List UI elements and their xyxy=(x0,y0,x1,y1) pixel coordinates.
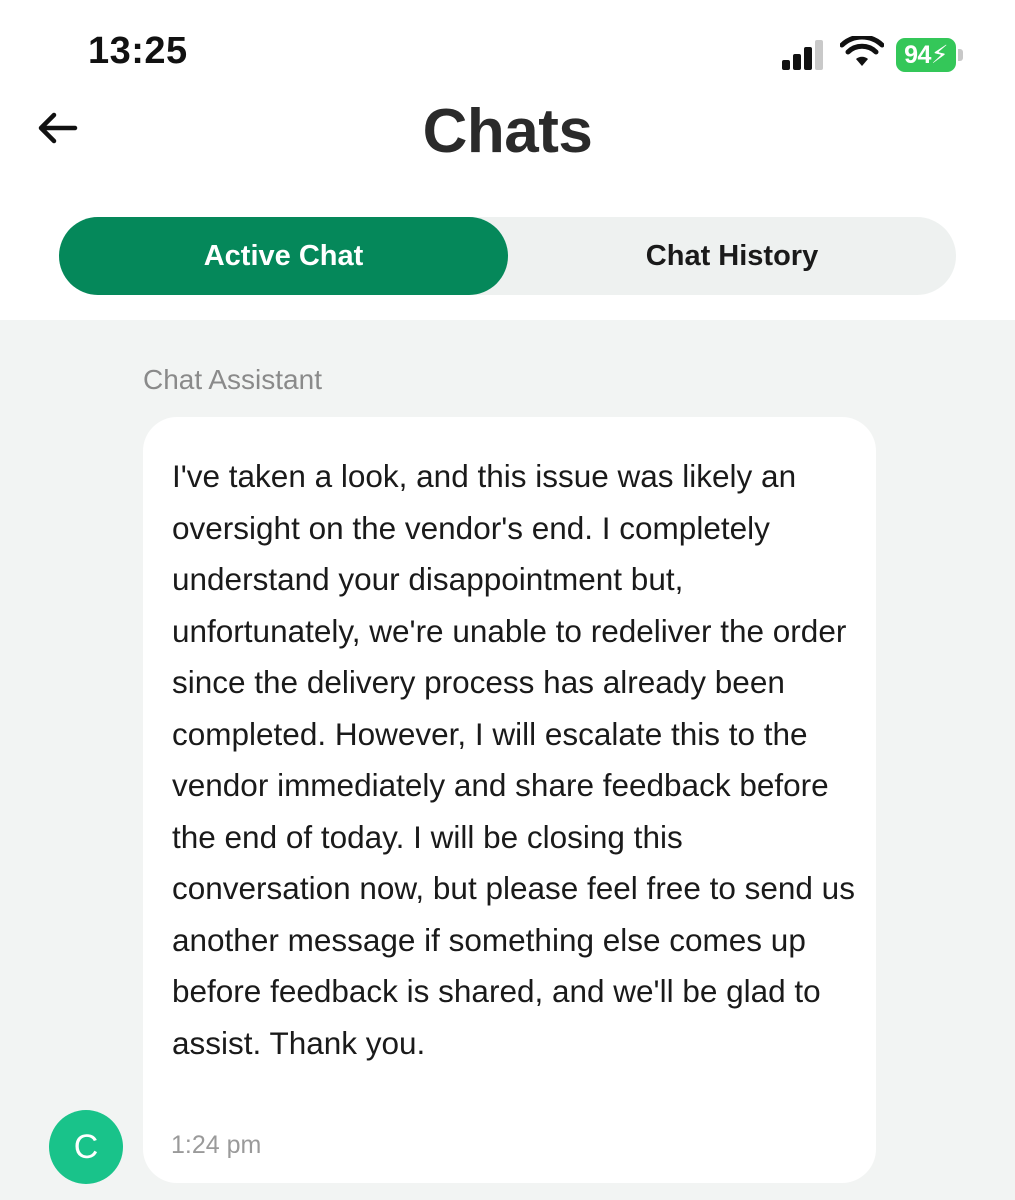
tab-chat-history[interactable]: Chat History xyxy=(508,217,956,295)
chat-messages-area[interactable]: Chat Assistant I've taken a look, and th… xyxy=(0,320,1015,1200)
avatar: C xyxy=(49,1110,123,1184)
battery-charging-icon: 94⚡ xyxy=(896,38,966,72)
signal-icon xyxy=(782,40,823,70)
message-bubble: I've taken a look, and this issue was li… xyxy=(143,417,876,1183)
message-timestamp: 1:24 pm xyxy=(171,1131,262,1159)
chat-tabs: Active Chat Chat History xyxy=(59,217,956,295)
battery-percent: 94 xyxy=(904,41,931,69)
message-text: I've taken a look, and this issue was li… xyxy=(172,458,855,1061)
charging-bolt-icon: ⚡ xyxy=(930,41,949,69)
tab-active-chat[interactable]: Active Chat xyxy=(59,217,508,295)
page-title: Chats xyxy=(422,97,593,166)
status-bar-time: 13:25 xyxy=(88,30,188,72)
battery-level: 94⚡ xyxy=(896,38,956,72)
message-sender-name: Chat Assistant xyxy=(143,364,322,395)
wifi-icon xyxy=(840,36,884,66)
battery-cap xyxy=(958,49,963,61)
chats-screen: 13:25 94⚡ Chats Active Chat Chat History… xyxy=(0,0,1015,1200)
